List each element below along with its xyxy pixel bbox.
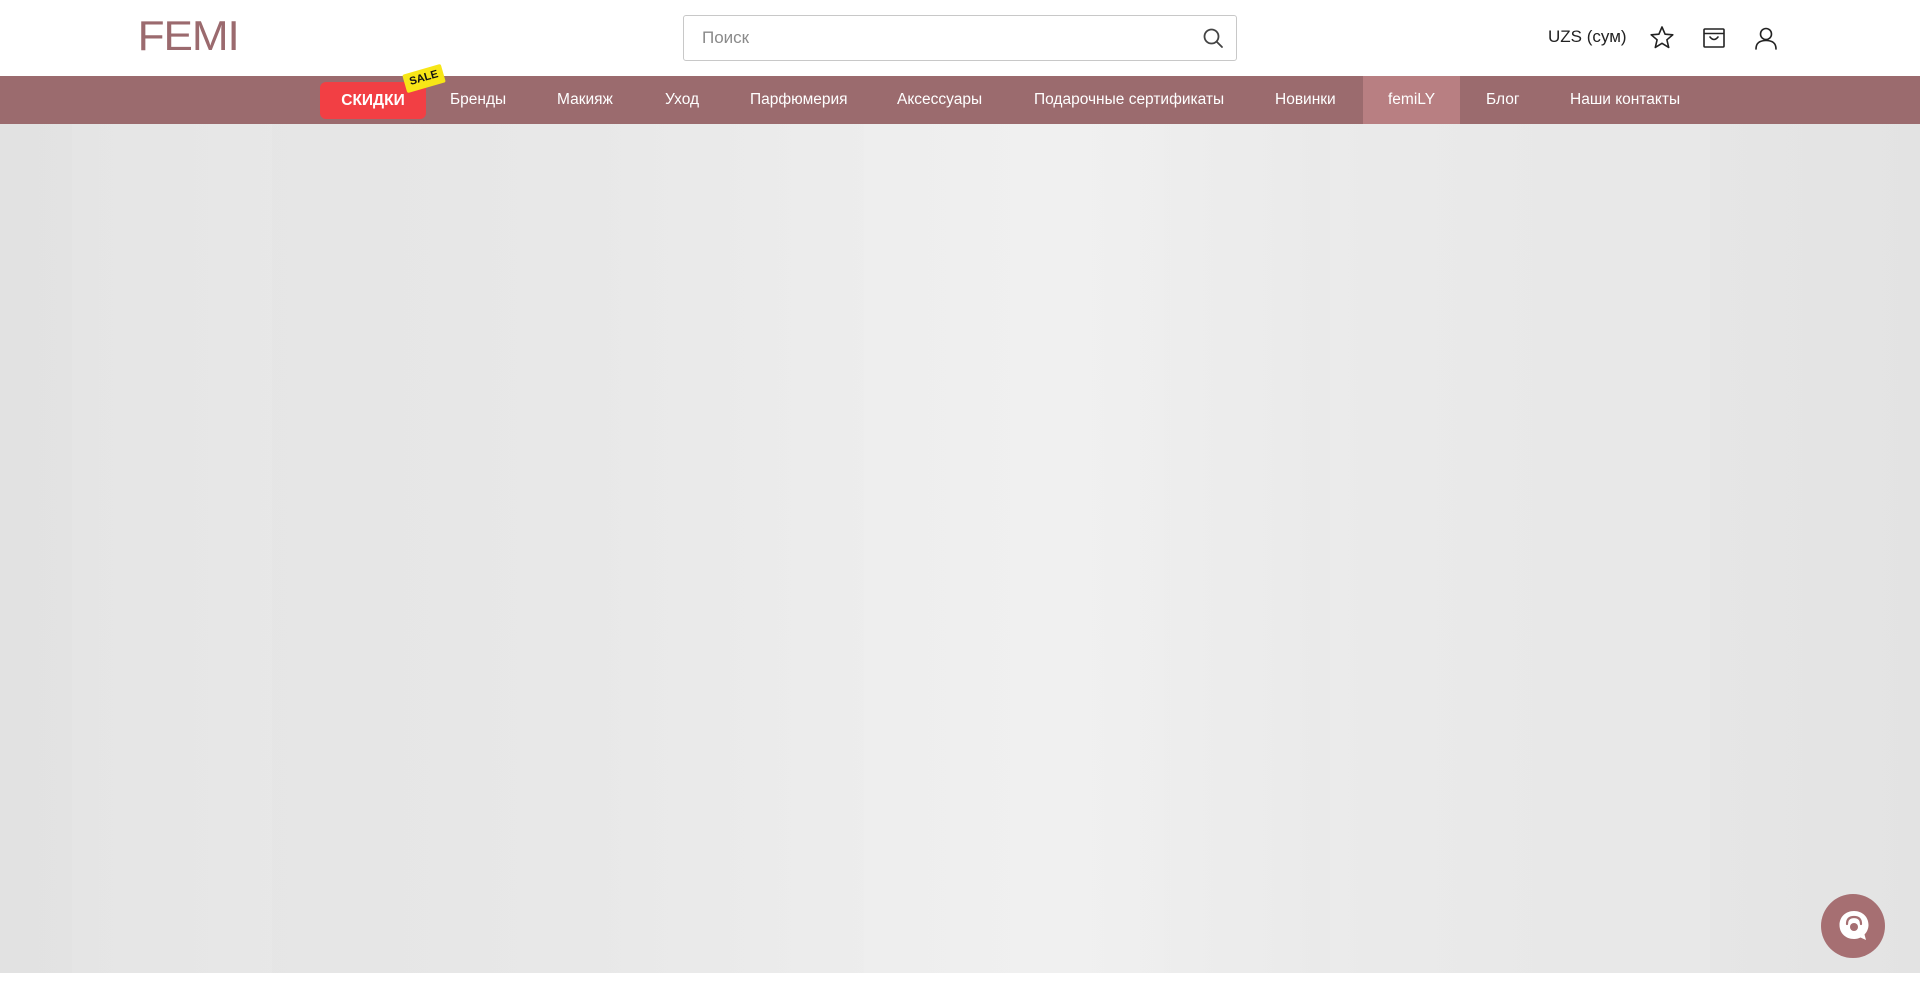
currency-selector[interactable]: UZS (сум)	[1548, 26, 1627, 48]
search-box	[683, 15, 1237, 61]
site-header: FEMI UZS (сум)	[0, 0, 1920, 76]
search-icon[interactable]	[1202, 27, 1224, 49]
user-icon[interactable]	[1752, 24, 1780, 52]
hero-banner-placeholder	[0, 124, 1920, 973]
hero-shade	[1330, 124, 1710, 973]
main-nav: СКИДКИ Бренды Макияж Уход Парфюмерия Акс…	[0, 76, 1920, 124]
nav-item-makeup[interactable]: Макияж	[557, 76, 613, 124]
logo[interactable]: FEMI	[138, 14, 240, 58]
hero-shade	[864, 124, 1164, 973]
star-icon[interactable]	[1648, 24, 1676, 52]
chat-button[interactable]	[1821, 894, 1885, 958]
nav-item-perfumery[interactable]: Парфюмерия	[750, 76, 848, 124]
cart-icon[interactable]	[1700, 24, 1728, 52]
nav-item-brands[interactable]: Бренды	[450, 76, 506, 124]
search-input[interactable]	[684, 16, 1184, 59]
nav-item-new[interactable]: Новинки	[1275, 76, 1336, 124]
nav-item-contacts[interactable]: Наши контакты	[1570, 76, 1680, 124]
nav-item-family[interactable]: femiLY	[1363, 76, 1461, 124]
nav-item-care[interactable]: Уход	[665, 76, 699, 124]
nav-item-gift-cards[interactable]: Подарочные сертификаты	[1034, 76, 1224, 124]
nav-item-blog[interactable]: Блог	[1486, 76, 1520, 124]
hero-shade	[72, 124, 272, 973]
nav-item-accessories[interactable]: Аксессуары	[897, 76, 982, 124]
